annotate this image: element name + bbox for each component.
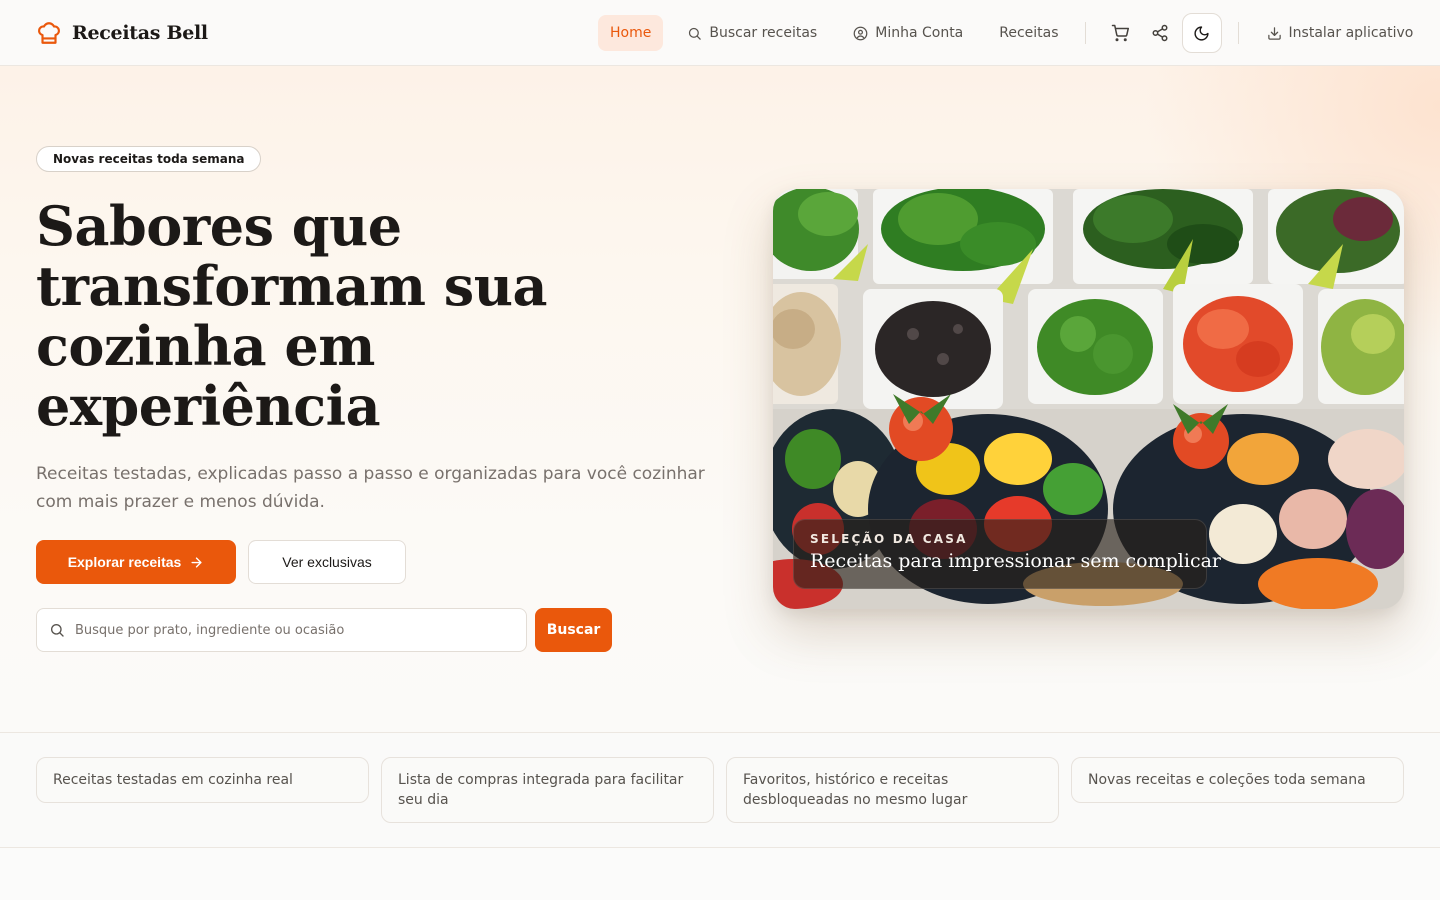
download-icon [1267, 26, 1281, 40]
explore-label: Explorar receitas [67, 554, 182, 570]
cart-button[interactable] [1100, 13, 1140, 53]
user-circle-icon [853, 26, 868, 40]
hero-section: Novas receitas toda semana Sabores que t… [0, 66, 1440, 732]
view-exclusives-button[interactable]: Ver exclusivas [248, 540, 406, 584]
featured-caption: SELEÇÃO DA CASA Receitas para impression… [793, 519, 1222, 589]
search-submit-button[interactable]: Buscar [535, 608, 612, 652]
benefits-band: Receitas testadas em cozinha real Lista … [0, 732, 1440, 848]
nav-home[interactable]: Home [598, 15, 664, 51]
page-bottom [0, 848, 1440, 900]
featured-recipes-card[interactable]: SELEÇÃO DA CASA Receitas para impression… [773, 189, 1404, 609]
search-icon [689, 27, 702, 40]
hero-title: Sabores que transformam sua cozinha em e… [36, 194, 547, 438]
nav-recipes[interactable]: Receitas [987, 15, 1070, 51]
site-header: Receitas Bell Home Buscar receitas Minha… [0, 0, 1440, 66]
share-icon [1152, 24, 1168, 42]
benefit-card: Lista de compras integrada para facilita… [381, 757, 714, 823]
nav-account[interactable]: Minha Conta [841, 15, 975, 51]
benefit-card: Receitas testadas em cozinha real [36, 757, 369, 803]
brand-name: Receitas Bell [72, 21, 208, 44]
brand[interactable]: Receitas Bell [36, 20, 208, 46]
nav-divider-2 [1237, 22, 1239, 44]
moon-icon [1194, 25, 1209, 41]
theme-toggle-button[interactable] [1181, 13, 1222, 53]
arrow-right-icon [191, 556, 202, 568]
explore-recipes-button[interactable]: Explorar receitas [36, 540, 236, 584]
nav-divider [1084, 22, 1086, 44]
caption-title: Receitas para impressionar sem complicar [810, 550, 1222, 572]
nav-search-label: Buscar receitas [709, 25, 818, 41]
nav-home-label: Home [610, 25, 652, 41]
install-label: Instalar aplicativo [1288, 25, 1414, 41]
hero-subtitle: Receitas testadas, explicadas passo a pa… [36, 464, 705, 512]
share-button[interactable] [1140, 13, 1180, 53]
new-recipes-badge: Novas receitas toda semana [36, 146, 262, 172]
benefit-card: Favoritos, histórico e receitas desbloqu… [726, 757, 1059, 823]
chef-hat-icon [38, 21, 60, 44]
recipe-search-input[interactable] [75, 622, 514, 638]
caption-kicker: SELEÇÃO DA CASA [810, 532, 968, 546]
main-nav: Home Buscar receitas Minha Conta Receita… [598, 13, 1414, 53]
nav-account-label: Minha Conta [875, 25, 964, 41]
nav-recipes-label: Receitas [999, 25, 1059, 41]
recipe-search-box [36, 608, 527, 652]
benefit-card: Novas receitas e coleções toda semana [1071, 757, 1404, 803]
install-app-button[interactable]: Instalar aplicativo [1267, 25, 1414, 41]
search-icon [51, 624, 64, 637]
cart-icon [1111, 24, 1129, 42]
nav-search-recipes[interactable]: Buscar receitas [675, 15, 829, 51]
